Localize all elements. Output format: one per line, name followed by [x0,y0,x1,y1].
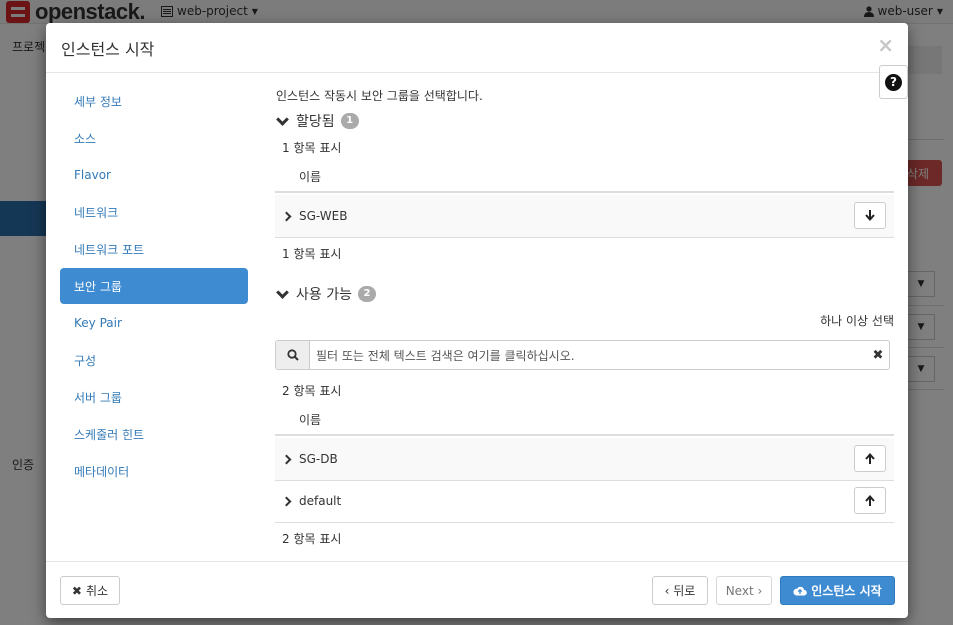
chevron-right-icon[interactable] [281,454,292,464]
help-button[interactable]: ? [879,65,908,99]
available-heading: 사용 가능 [296,287,352,303]
nav-item-server-groups[interactable]: 서버 그룹 [60,379,248,415]
step-description: 인스턴스 작동시 보안 그룹을 선택합니다. [276,89,483,103]
next-label: Next › [725,583,763,598]
allocate-button[interactable] [854,445,886,472]
available-column-header[interactable]: 이름 [275,404,894,436]
security-group-name: default [299,494,342,508]
security-group-name: SG-DB [299,452,338,466]
allocated-section-toggle[interactable]: 할당됨 1 [275,111,359,131]
launch-instance-button[interactable]: 인스턴스 시작 [780,576,895,605]
close-icon: ✖ [71,583,82,598]
nav-item-details[interactable]: 세부 정보 [60,83,248,119]
select-one-or-more-hint: 하나 이상 선택 [820,314,894,328]
table-row[interactable]: SG-WEB [275,195,894,238]
column-name-label: 이름 [299,412,322,427]
search-icon [286,349,299,361]
table-row[interactable]: default [275,480,894,523]
allocated-column-header[interactable]: 이름 [275,161,894,193]
up-arrow-icon [865,453,875,464]
security-group-name: SG-WEB [299,209,348,223]
filter-input[interactable]: 필터 또는 전체 텍스트 검색은 여기를 클릭하십시오. [310,347,867,364]
modal-footer: ✖ 취소 ‹ 뒤로 Next › 인스턴스 시작 [46,561,908,618]
table-row[interactable]: SG-DB [275,438,894,481]
nav-item-security-groups[interactable]: 보안 그룹 [60,268,248,304]
allocated-item-count: 1 항목 표시 [282,141,342,155]
column-name-label: 이름 [299,169,322,184]
cloud-upload-icon [793,586,808,596]
up-arrow-icon [865,495,875,506]
clear-filter-icon[interactable]: ✖ [867,348,889,363]
allocated-count-badge: 1 [340,113,359,129]
cancel-button[interactable]: ✖ 취소 [60,576,120,605]
nav-item-configuration[interactable]: 구성 [60,342,248,378]
launch-label: 인스턴스 시작 [811,584,882,598]
chevron-right-icon[interactable] [281,211,292,221]
modal-title: 인스턴스 시작 [61,40,155,59]
available-count-badge: 2 [357,286,376,302]
nav-item-scheduler-hints[interactable]: 스케줄러 힌트 [60,416,248,452]
back-label: ‹ 뒤로 [664,584,696,598]
chevron-down-icon [276,285,289,299]
nav-item-flavor[interactable]: Flavor [60,157,248,193]
allocate-button[interactable] [854,487,886,514]
chevron-right-icon[interactable] [281,496,292,506]
nav-item-networks[interactable]: 네트워크 [60,194,248,230]
allocated-item-count-bottom: 1 항목 표시 [282,247,342,261]
search-addon [276,341,310,369]
help-icon: ? [885,73,902,91]
nav-item-metadata[interactable]: 메타데이터 [60,453,248,489]
back-button[interactable]: ‹ 뒤로 [652,576,708,605]
chevron-down-icon [276,112,289,126]
launch-instance-modal: 인스턴스 시작 × ? 세부 정보 소스 Flavor 네트워크 네트워크 포트… [46,23,908,618]
deallocate-button[interactable] [854,202,886,229]
down-arrow-icon [865,210,875,221]
available-item-count-bottom: 2 항목 표시 [282,532,342,546]
nav-item-source[interactable]: 소스 [60,120,248,156]
available-section-toggle[interactable]: 사용 가능 2 [275,284,376,304]
allocated-heading: 할당됨 [296,114,335,130]
filter-search-bar[interactable]: 필터 또는 전체 텍스트 검색은 여기를 클릭하십시오. ✖ [275,340,890,370]
nav-item-network-ports[interactable]: 네트워크 포트 [60,231,248,267]
cancel-label: 취소 [85,584,109,598]
wizard-nav: 세부 정보 소스 Flavor 네트워크 네트워크 포트 보안 그룹 Key P… [60,83,248,490]
available-item-count: 2 항목 표시 [282,384,342,398]
next-button[interactable]: Next › [716,576,772,605]
nav-item-key-pair[interactable]: Key Pair [60,305,248,341]
close-icon[interactable]: × [877,34,894,56]
modal-header: 인스턴스 시작 × [46,23,908,73]
